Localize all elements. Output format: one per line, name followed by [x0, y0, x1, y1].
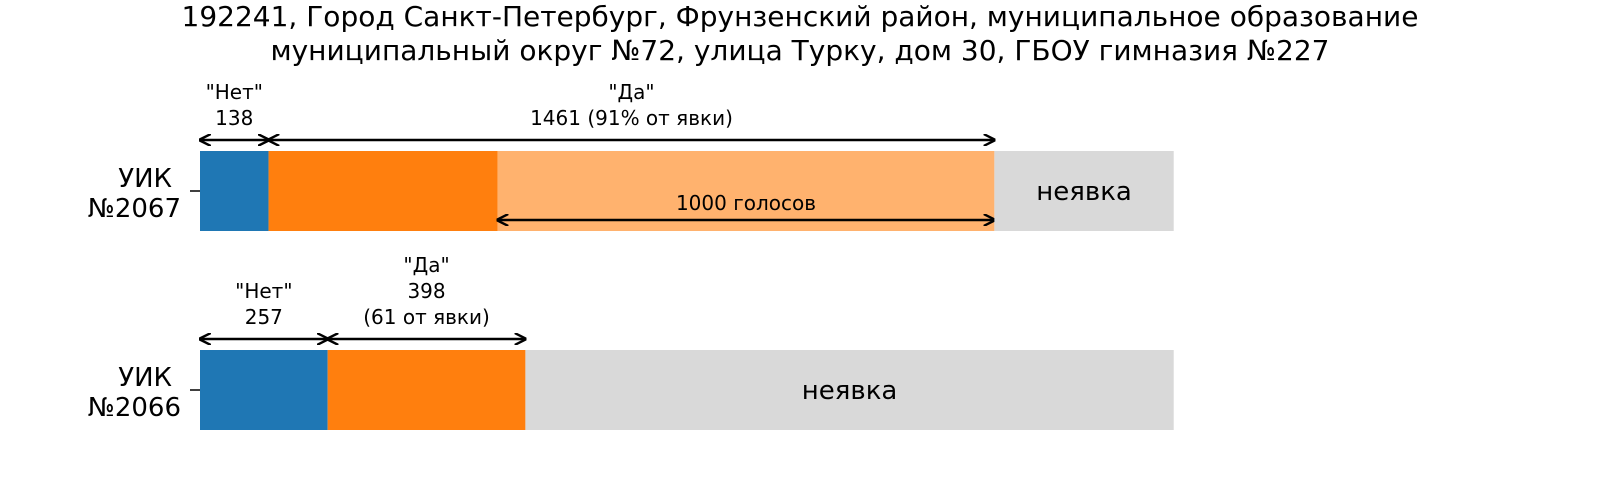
bar-2-no-label-line-1: "Нет" — [235, 279, 292, 303]
bar-2-category-label-line-2: №2066 — [88, 393, 181, 423]
bar-1-category-label-line-1: УИК — [118, 164, 172, 194]
bar-2-yes-label-line-1: "Да" — [403, 253, 449, 277]
bar-1-no-label-line-1: "Нет" — [206, 80, 263, 104]
chart-title: 192241, Город Санкт-Петербург, Фрунзенск… — [182, 0, 1419, 67]
bar-2-no-segment — [200, 350, 328, 430]
bar-1-excess-label: 1000 голосов — [676, 191, 816, 215]
bar-1-category-label-line-2: №2067 — [88, 194, 181, 224]
bar-1-yes-label-line-2: 1461 (91% от явки) — [530, 106, 733, 130]
bar-2-yes-segment — [327, 350, 526, 430]
bars-layer: 1000 голосов неявка"Нет"138"Да"1461 (91% … — [88, 80, 1174, 430]
bar-1-yes-label-line-1: "Да" — [608, 80, 654, 104]
bar-2-absent-label: неявка — [802, 376, 898, 406]
chart: 192241, Город Санкт-Петербург, Фрунзенск… — [88, 0, 1419, 430]
bar-1-absent-label: неявка — [1036, 177, 1132, 207]
bar-2-yes-label-line-3: (61 от явки) — [363, 305, 490, 329]
chart-title-line-1: 192241, Город Санкт-Петербург, Фрунзенск… — [182, 0, 1419, 33]
bar-1-no-segment — [200, 151, 269, 231]
bar-2-no-label-line-2: 257 — [245, 305, 283, 329]
bar-2-category-label-line-1: УИК — [118, 363, 172, 393]
chart-title-line-2: муниципальный округ №72, улица Турку, до… — [270, 34, 1329, 67]
bar-1-no-label-line-2: 138 — [215, 106, 253, 130]
bar-2-yes-label-line-2: 398 — [407, 279, 445, 303]
bar-1-yes-segment — [268, 151, 498, 231]
